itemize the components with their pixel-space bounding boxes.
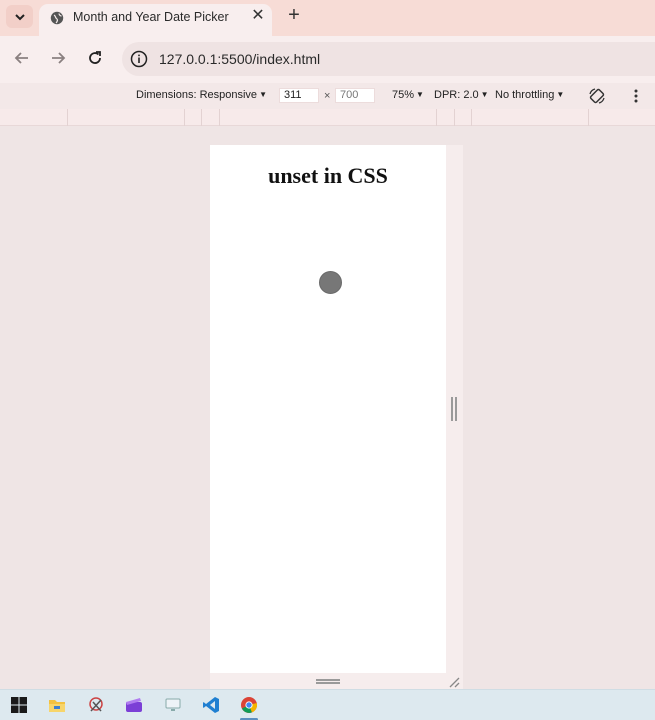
tab-title: Month and Year Date Picker (73, 10, 229, 24)
forward-button[interactable] (48, 48, 68, 68)
windows-start-icon[interactable] (9, 695, 29, 715)
arrow-right-icon (52, 52, 66, 64)
browser-toolbar: 127.0.0.1:5500/index.html (0, 36, 655, 83)
resize-handle-right[interactable] (451, 397, 457, 421)
vscode-icon[interactable] (201, 695, 221, 715)
windows-logo-icon (11, 697, 27, 713)
chrome-logo-icon (241, 697, 258, 713)
ruler-divider[interactable] (201, 109, 202, 126)
kebab-menu-icon[interactable] (630, 88, 642, 104)
caret-down-icon: ▼ (556, 90, 565, 99)
rotate-icon[interactable] (588, 87, 606, 105)
times-separator: × (324, 90, 331, 102)
chevron-down-icon (14, 13, 25, 20)
width-input[interactable]: 311 (279, 88, 319, 103)
caret-down-icon: ▼ (259, 90, 267, 99)
tab-search-button[interactable] (6, 5, 33, 28)
url-text[interactable]: 127.0.0.1:5500/index.html (159, 51, 320, 67)
throttling-select[interactable]: No throttling ▼ (495, 89, 564, 101)
caret-down-icon: ▼ (416, 90, 424, 99)
back-button[interactable] (12, 48, 32, 68)
plus-icon[interactable]: + (284, 5, 304, 25)
reload-button[interactable] (85, 48, 105, 68)
ruler-divider[interactable] (67, 109, 68, 126)
height-input[interactable]: 700 (335, 88, 375, 103)
arrow-left-icon (14, 52, 28, 64)
ruler-divider[interactable] (184, 109, 185, 126)
caret-down-icon: ▼ (480, 90, 489, 99)
zoom-select[interactable]: 75% ▼ (392, 89, 424, 101)
snipping-tool-icon[interactable] (86, 695, 106, 715)
resize-handle-bottom[interactable] (316, 679, 340, 684)
ruler-divider[interactable] (436, 109, 437, 126)
info-icon[interactable] (130, 50, 148, 68)
resize-corner-icon[interactable] (448, 676, 460, 688)
emulated-page: unset in CSS (210, 145, 446, 673)
clipchamp-icon[interactable] (124, 695, 144, 715)
page-title: unset in CSS (268, 163, 388, 188)
device-toolbar: Dimensions: Responsive ▼ 311 × 700 75% ▼ D… (0, 83, 655, 109)
ruler-divider[interactable] (219, 109, 220, 126)
cursor-dot (319, 271, 342, 294)
tab-strip: Month and Year Date Picker ✕ + (0, 0, 655, 36)
monitor-icon (165, 698, 181, 711)
tab-active[interactable]: Month and Year Date Picker ✕ (39, 4, 272, 36)
media-query-ruler (0, 109, 655, 126)
scissors-icon (89, 697, 103, 712)
file-explorer-icon[interactable] (47, 695, 67, 715)
taskbar (0, 689, 655, 720)
close-icon[interactable]: ✕ (250, 8, 266, 24)
clapper-icon (126, 698, 142, 712)
address-bar[interactable]: 127.0.0.1:5500/index.html (122, 42, 655, 76)
ruler-divider[interactable] (471, 109, 472, 126)
dimensions-select[interactable]: Dimensions: Responsive ▼ (136, 89, 267, 101)
ruler-divider[interactable] (454, 109, 455, 126)
chrome-icon[interactable] (239, 695, 259, 715)
dpr-select[interactable]: DPR: 2.0 ▼ (434, 89, 489, 101)
globe-icon (50, 11, 64, 25)
remote-desktop-icon[interactable] (163, 695, 183, 715)
reload-icon (89, 51, 101, 64)
folder-icon (49, 700, 65, 712)
vscode-logo-icon (203, 697, 219, 713)
ruler-divider[interactable] (588, 109, 589, 126)
